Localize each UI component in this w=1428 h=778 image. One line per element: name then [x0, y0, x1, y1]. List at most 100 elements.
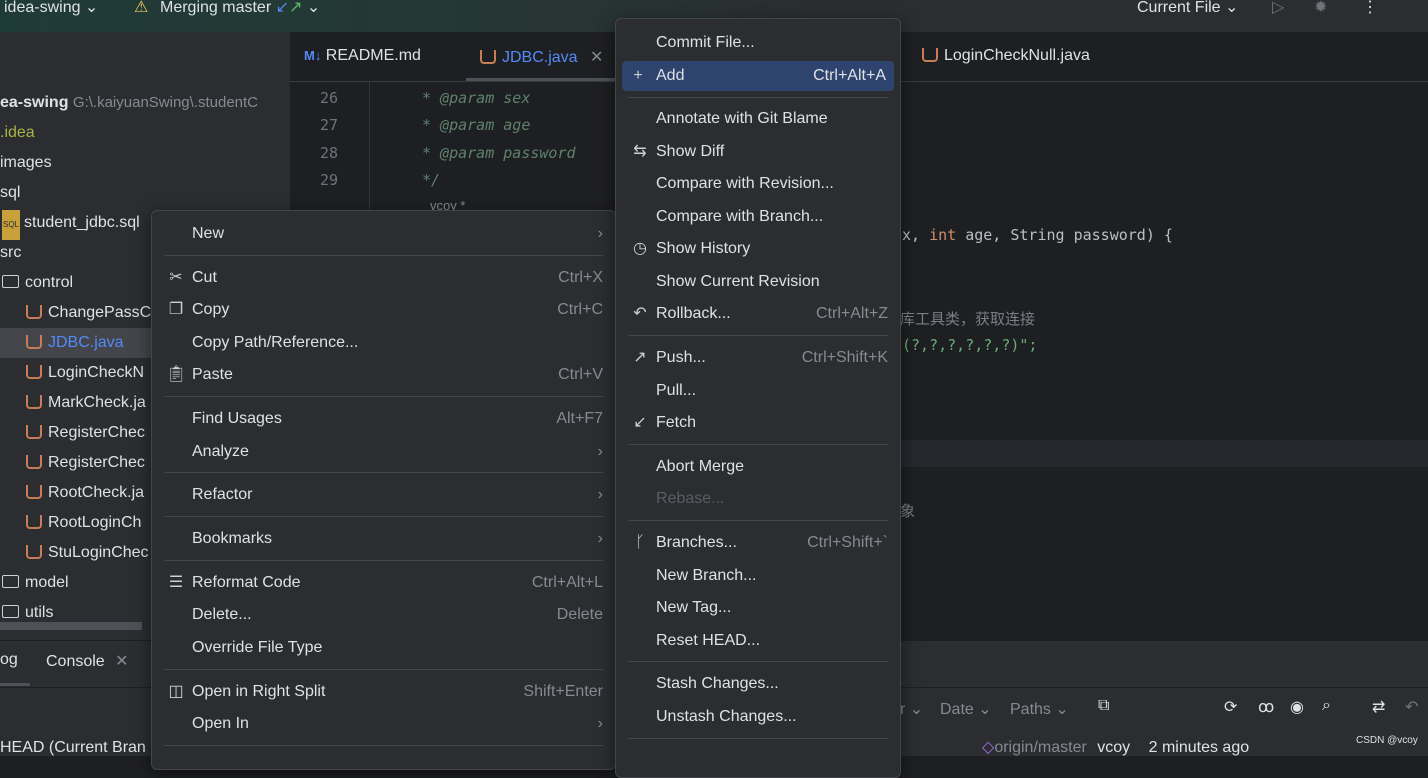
tree-item[interactable]: RegisterChec — [26, 418, 145, 448]
run-config-selector[interactable]: Current File ⌄ — [1137, 0, 1238, 17]
menu-item-override-file-type[interactable]: Override File Type — [164, 633, 603, 663]
project-name: idea-swing — [4, 0, 81, 16]
watermark: CSDN @vcoy — [1356, 735, 1418, 746]
eye-icon[interactable]: ◉ — [1290, 697, 1304, 717]
folder-icon — [2, 275, 19, 288]
filter-date[interactable]: Date ⌄ — [940, 699, 992, 719]
code-comment[interactable]: 库工具类，获取连接 — [900, 308, 1035, 329]
menu-shortcut: Ctrl+C — [557, 301, 603, 318]
menu-item-branches[interactable]: ᚴ Branches... Ctrl+Shift+` — [628, 528, 888, 558]
git-log-row[interactable]: ◇origin/master vcoy 2 minutes ago — [982, 737, 1249, 757]
horizontal-scrollbar[interactable] — [0, 622, 142, 630]
menu-label: Override File Type — [192, 639, 323, 656]
filter-paths[interactable]: Paths ⌄ — [1010, 699, 1069, 719]
tree-item[interactable]: RegisterChec — [26, 448, 145, 478]
menu-separator — [164, 560, 603, 561]
menu-item-open-right-split[interactable]: ◫ Open in Right Split Shift+Enter — [164, 677, 603, 707]
menu-label: Find Usages — [192, 410, 282, 427]
cherry-pick-icon[interactable]: ꝏ — [1258, 697, 1274, 717]
menu-item-open-in[interactable]: Open In › — [164, 709, 603, 739]
more-icon[interactable]: ⋮ — [1362, 0, 1378, 17]
menu-item-new-tag[interactable]: New Tag... — [628, 593, 888, 623]
menu-label: Open In — [192, 715, 249, 732]
code-line[interactable]: * @param sex — [422, 89, 530, 107]
tree-item[interactable]: model — [2, 568, 69, 598]
code-line[interactable]: */ — [422, 171, 440, 189]
tree-item[interactable]: SQL student_jdbc.sql — [2, 208, 140, 240]
search-icon[interactable]: ⌕ — [1322, 697, 1331, 715]
menu-item-compare-revision[interactable]: Compare with Revision... — [628, 169, 888, 199]
menu-label: Show History — [656, 240, 751, 257]
code-comment[interactable]: 象 — [900, 500, 915, 521]
menu-item-push[interactable]: ↗ Push... Ctrl+Shift+K — [628, 343, 888, 373]
menu-item-paste[interactable]: 📋︎ Paste Ctrl+V — [164, 360, 603, 390]
tab-git-log[interactable]: og — [0, 651, 18, 669]
menu-item-stash[interactable]: Stash Changes... — [628, 669, 888, 699]
tree-item[interactable]: control — [2, 268, 73, 298]
menu-item-pull[interactable]: Pull... — [628, 376, 888, 406]
debug-icon[interactable]: ✹ — [1314, 0, 1327, 17]
menu-item-find-usages[interactable]: Find Usages Alt+F7 — [164, 404, 603, 434]
tab-readme[interactable]: M↓ README.md — [304, 47, 421, 65]
tree-item[interactable]: src — [0, 238, 21, 268]
menu-item-analyze[interactable]: Analyze › — [164, 437, 603, 467]
run-icon[interactable]: ▷ — [1272, 0, 1284, 17]
menu-item-show-current-revision[interactable]: Show Current Revision — [628, 267, 888, 297]
tree-item[interactable]: RootLoginCh — [26, 508, 141, 538]
tree-item[interactable]: RootCheck.ja — [26, 478, 144, 508]
menu-item-reformat[interactable]: ☰ Reformat Code Ctrl+Alt+L — [164, 568, 603, 598]
refresh-icon[interactable]: ⟳ — [1224, 697, 1237, 717]
branch-selector[interactable]: Merging master ↙↗ ⌄ — [160, 0, 320, 17]
menu-item-bookmarks[interactable]: Bookmarks › — [164, 524, 603, 554]
tree-label: model — [25, 574, 69, 591]
code-line[interactable]: x, int age, String password) { — [902, 226, 1173, 244]
menu-item-cut[interactable]: ✂ Cut Ctrl+X — [164, 263, 603, 293]
code-line[interactable]: * @param age — [422, 116, 530, 134]
tree-root[interactable]: ea-swing G:\.kaiyuanSwing\.studentC — [0, 88, 258, 118]
scissors-icon: ✂ — [169, 269, 183, 286]
tree-item[interactable]: ChangePassC — [26, 298, 151, 328]
menu-item-refactor[interactable]: Refactor › — [164, 480, 603, 510]
tab-logincheck[interactable]: LoginCheckNull.java — [922, 47, 1090, 65]
menu-item-new[interactable]: New › — [164, 219, 603, 249]
menu-item-add[interactable]: + Add Ctrl+Alt+A — [622, 61, 894, 91]
menu-label: Commit File... — [656, 34, 755, 51]
menu-item-delete[interactable]: Delete... Delete — [164, 600, 603, 630]
diff-icon: ⇆ — [633, 143, 647, 160]
tree-item[interactable]: .idea — [0, 118, 35, 148]
menu-item-new-branch[interactable]: New Branch... — [628, 561, 888, 591]
tree-item[interactable]: MarkCheck.ja — [26, 388, 146, 418]
code-line[interactable]: * @param password — [422, 144, 576, 162]
menu-item-commit-file[interactable]: Commit File... — [622, 28, 894, 58]
menu-item-show-diff[interactable]: ⇆ Show Diff — [628, 137, 888, 167]
close-icon[interactable]: ✕ — [115, 653, 128, 670]
tree-item[interactable]: sql — [0, 178, 20, 208]
tree-item[interactable]: StuLoginChec — [26, 538, 149, 568]
tree-item[interactable]: images — [0, 148, 52, 178]
menu-item-copy-path[interactable]: Copy Path/Reference... — [164, 328, 603, 358]
menu-item-fetch[interactable]: ↙ Fetch — [628, 408, 888, 438]
undo-icon[interactable]: ↶ — [1405, 697, 1418, 717]
new-tab-icon[interactable]: ⧉ — [1098, 697, 1109, 715]
close-icon[interactable]: ✕ — [590, 49, 603, 66]
menu-item-show-history[interactable]: ◷ Show History — [628, 234, 888, 264]
tab-jdbc[interactable]: JDBC.java ✕ — [480, 47, 603, 67]
tab-console[interactable]: Console ✕ — [46, 651, 129, 671]
push-icon: ↗ — [633, 349, 647, 366]
menu-item-annotate[interactable]: Annotate with Git Blame — [628, 104, 888, 134]
menu-item-compare-branch[interactable]: Compare with Branch... — [628, 202, 888, 232]
diff-icon[interactable]: ⇄ — [1372, 697, 1385, 717]
menu-separator — [628, 97, 888, 98]
branch-head[interactable]: HEAD (Current Bran — [0, 739, 146, 757]
menu-item-abort-merge[interactable]: Abort Merge — [628, 452, 888, 482]
tree-item[interactable]: LoginCheckN — [26, 358, 144, 388]
filter-user[interactable]: r ⌄ — [900, 699, 923, 719]
warning-icon: ⚠ — [134, 0, 149, 16]
menu-item-reset-head[interactable]: Reset HEAD... — [628, 626, 888, 656]
menu-item-rollback[interactable]: ↶ Rollback... Ctrl+Alt+Z — [628, 299, 888, 329]
code-string[interactable]: (?,?,?,?,?,?)"; — [902, 336, 1037, 354]
menu-item-unstash[interactable]: Unstash Changes... — [628, 702, 888, 732]
java-icon — [26, 395, 42, 409]
project-selector[interactable]: idea-swing ⌄ — [4, 0, 98, 17]
menu-item-copy[interactable]: ❐ Copy Ctrl+C — [164, 295, 603, 325]
